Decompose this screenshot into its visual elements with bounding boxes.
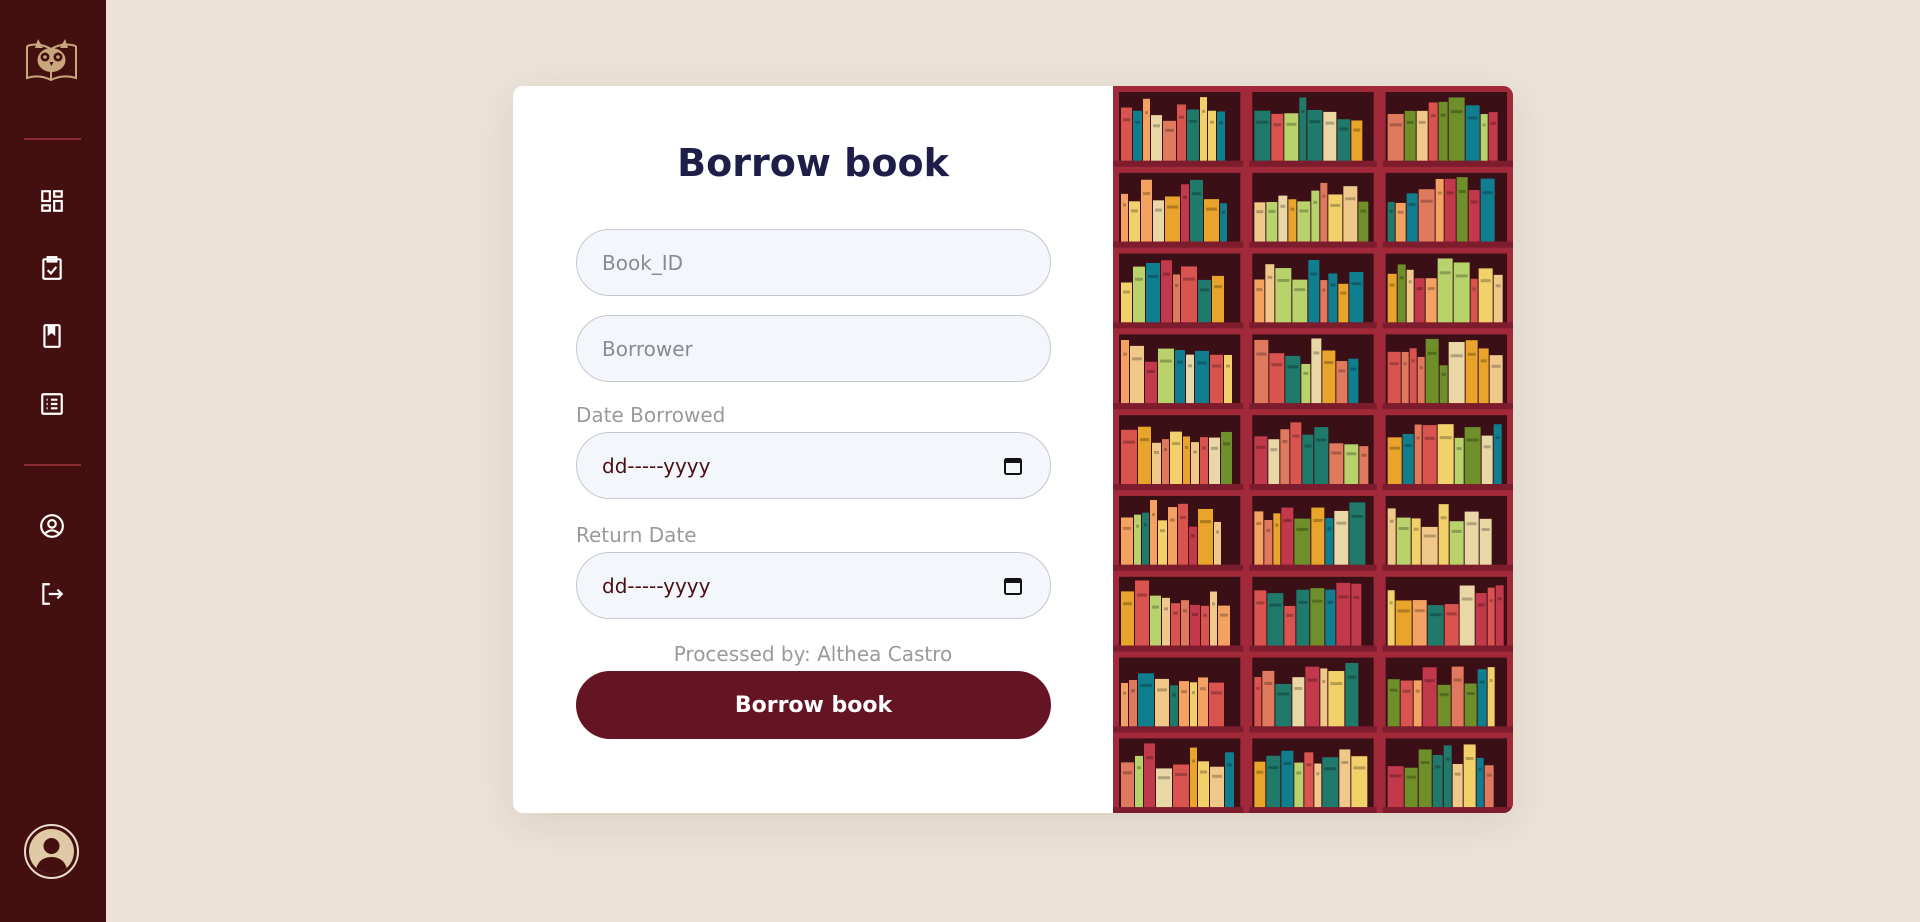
return-date-input[interactable]: dd-----yyyy [576,552,1051,619]
clipboard-check-icon[interactable] [38,254,66,282]
user-avatar[interactable] [24,824,79,879]
borrow-book-card: Borrow book Book_ID Borrower Date Borrow… [513,86,1513,813]
calendar-icon[interactable] [1004,577,1022,595]
page-title: Borrow book [677,141,949,185]
logout-icon[interactable] [38,580,66,608]
borrow-form: Borrow book Book_ID Borrower Date Borrow… [513,86,1113,813]
borrower-input[interactable]: Borrower [576,315,1051,382]
dashboard-icon[interactable] [38,187,66,215]
return-date-value: dd-----yyyy [602,573,711,598]
owl-book-logo[interactable] [24,34,79,84]
return-date-label: Return Date [576,523,697,547]
book-id-placeholder: Book_ID [602,250,684,275]
list-icon[interactable] [38,390,66,418]
date-borrowed-value: dd-----yyyy [602,453,711,478]
book-id-input[interactable]: Book_ID [576,229,1051,296]
user-circle-icon[interactable] [38,512,66,540]
processed-by-text: Processed by: Althea Castro [673,642,953,666]
date-borrowed-input[interactable]: dd-----yyyy [576,432,1051,499]
book-icon[interactable] [38,322,66,350]
bookshelf-image [1113,86,1513,813]
sidebar-divider [24,464,81,466]
calendar-icon[interactable] [1004,457,1022,475]
bookshelf-illustration [1113,86,1513,813]
borrower-placeholder: Borrower [602,336,693,361]
sidebar [0,0,106,922]
date-borrowed-label: Date Borrowed [576,403,726,427]
borrow-book-button[interactable]: Borrow book [576,671,1051,739]
sidebar-divider [24,138,81,140]
